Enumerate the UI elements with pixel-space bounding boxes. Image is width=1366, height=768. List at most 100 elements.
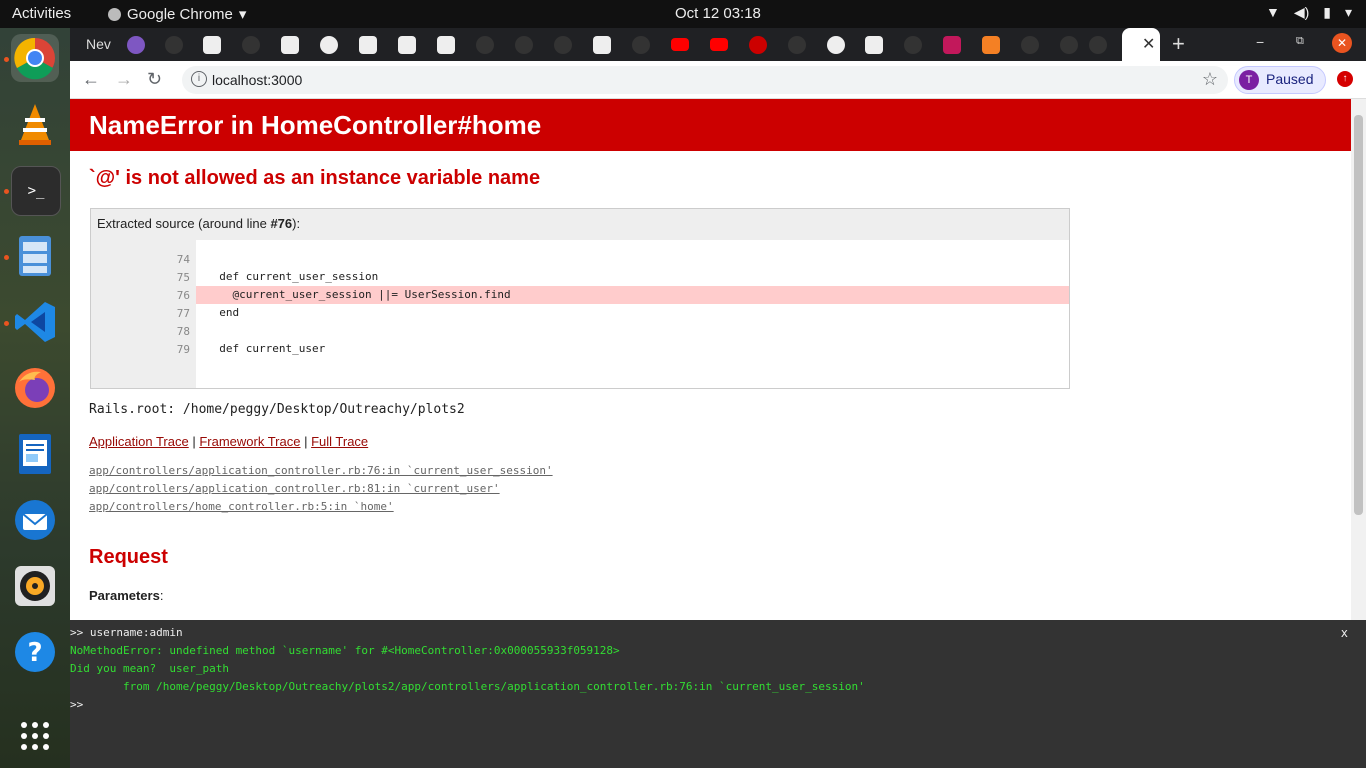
- line-number: 77: [176, 307, 190, 320]
- code-text: def current_user: [206, 342, 326, 355]
- active-tab[interactable]: ✕: [1122, 28, 1160, 61]
- app-name: Google Chrome: [127, 5, 233, 23]
- url-text[interactable]: localhost:3000: [212, 72, 302, 88]
- code-line: [196, 322, 1069, 340]
- github-icon[interactable]: [476, 36, 494, 54]
- tab-favicon[interactable]: [203, 36, 221, 54]
- tab-favicon[interactable]: [320, 36, 338, 54]
- help-icon[interactable]: ?: [11, 628, 59, 676]
- trace-line[interactable]: app/controllers/home_controller.rb:5:in …: [89, 500, 394, 513]
- back-button[interactable]: ←: [82, 69, 100, 90]
- tab-favicon[interactable]: [398, 36, 416, 54]
- browser-toolbar: ← → ↻ i localhost:3000 ☆ T Paused ↑: [70, 61, 1366, 99]
- github-icon[interactable]: [632, 36, 650, 54]
- restore-icon[interactable]: ⧉: [1296, 35, 1304, 48]
- trace-line[interactable]: app/controllers/application_controller.r…: [89, 464, 553, 477]
- separator: |: [300, 434, 312, 449]
- tab-favicon[interactable]: [1021, 36, 1039, 54]
- tab-favicon[interactable]: [865, 36, 883, 54]
- rhythmbox-icon[interactable]: [11, 562, 59, 610]
- vlc-icon[interactable]: [11, 100, 59, 148]
- line-number: 79: [176, 343, 190, 356]
- tab-favicon[interactable]: [281, 36, 299, 54]
- chrome-dock-icon[interactable]: [11, 34, 59, 82]
- volume-icon: ◀): [1293, 4, 1310, 20]
- trace-line[interactable]: app/controllers/application_controller.r…: [89, 482, 500, 495]
- stackoverflow-icon[interactable]: [982, 36, 1000, 54]
- tab-strip: Nev ✕ + − ⧉ ✕: [70, 28, 1366, 61]
- line-number: 75: [176, 271, 190, 284]
- code-line: def current_user_session: [196, 268, 1069, 286]
- web-console[interactable]: x >> username:admin NoMethodError: undef…: [70, 620, 1366, 768]
- source-caption: Extracted source (around line #76):: [97, 216, 300, 231]
- full-trace-link[interactable]: Full Trace: [311, 434, 368, 449]
- tab-favicon[interactable]: [593, 36, 611, 54]
- close-icon[interactable]: ✕: [1142, 34, 1155, 54]
- thunderbird-icon[interactable]: [11, 496, 59, 544]
- clock[interactable]: Oct 12 03:18: [675, 5, 761, 22]
- scrollbar-thumb[interactable]: [1354, 115, 1363, 515]
- framework-trace-link[interactable]: Framework Trace: [199, 434, 300, 449]
- update-icon[interactable]: ↑: [1337, 71, 1353, 87]
- tab-favicon[interactable]: [749, 36, 767, 54]
- bookmark-star-icon[interactable]: ☆: [1202, 69, 1218, 90]
- info-icon[interactable]: i: [191, 71, 207, 87]
- battery-icon: ▮: [1323, 4, 1331, 20]
- line-numbers: 74 75 76 77 78 79: [91, 240, 196, 388]
- reload-button[interactable]: ↻: [147, 69, 162, 90]
- tab-favicon[interactable]: [943, 36, 961, 54]
- tab-first-label[interactable]: Nev: [86, 36, 111, 52]
- tab-favicon[interactable]: [127, 36, 145, 54]
- page-content: NameError in HomeController#home `@' is …: [70, 99, 1351, 620]
- code-line: [196, 250, 1069, 268]
- caption-prefix: Extracted source (around line: [97, 216, 271, 231]
- system-tray[interactable]: ▼ ◀) ▮ ▾: [1266, 4, 1352, 21]
- separator: |: [188, 434, 200, 449]
- activities-button[interactable]: Activities: [12, 5, 71, 22]
- forward-button[interactable]: →: [115, 69, 133, 90]
- running-indicator: [4, 321, 9, 326]
- github-icon[interactable]: [554, 36, 572, 54]
- minimize-icon[interactable]: −: [1256, 34, 1264, 50]
- close-window-icon[interactable]: ✕: [1332, 33, 1352, 53]
- console-line: Did you mean? user_path: [70, 662, 229, 675]
- console-line: NoMethodError: undefined method `usernam…: [70, 644, 620, 657]
- code-text: def current_user_session: [206, 270, 379, 283]
- chevron-down-icon: ▾: [1344, 4, 1352, 20]
- show-apps-icon[interactable]: [11, 712, 59, 760]
- console-prompt[interactable]: >>: [70, 698, 83, 711]
- svg-text:?: ?: [27, 638, 42, 668]
- terminal-icon[interactable]: >_: [11, 166, 61, 216]
- github-icon[interactable]: [1060, 36, 1078, 54]
- writer-icon[interactable]: [11, 430, 59, 478]
- line-number: 74: [176, 253, 190, 266]
- files-icon[interactable]: [11, 232, 59, 280]
- avatar: T: [1239, 70, 1259, 90]
- address-bar[interactable]: i localhost:3000 ☆: [182, 66, 1228, 94]
- console-close-button[interactable]: x: [1341, 626, 1348, 640]
- vscode-icon[interactable]: [11, 298, 59, 346]
- extracted-source: Extracted source (around line #76): 74 7…: [90, 208, 1070, 389]
- code-line: def current_user: [196, 340, 1069, 358]
- youtube-icon[interactable]: [710, 38, 728, 51]
- parameters-colon: :: [159, 588, 164, 603]
- tab-favicon[interactable]: [437, 36, 455, 54]
- firefox-icon[interactable]: [11, 364, 59, 412]
- github-icon[interactable]: [1089, 36, 1107, 54]
- tab-favicon[interactable]: [165, 36, 183, 54]
- github-icon[interactable]: [515, 36, 533, 54]
- application-trace-link[interactable]: Application Trace: [89, 434, 189, 449]
- github-icon[interactable]: [788, 36, 806, 54]
- tab-favicon[interactable]: [827, 36, 845, 54]
- app-menu[interactable]: Google Chrome ▾: [108, 5, 246, 23]
- tab-favicon[interactable]: [359, 36, 377, 54]
- code-line-highlighted: @current_user_session ||= UserSession.fi…: [196, 286, 1069, 304]
- youtube-icon[interactable]: [671, 38, 689, 51]
- page-scrollbar[interactable]: [1351, 99, 1366, 620]
- source-code: def current_user_session @current_user_s…: [196, 240, 1069, 388]
- new-tab-button[interactable]: +: [1172, 31, 1185, 57]
- tab-favicon[interactable]: [242, 36, 260, 54]
- github-icon[interactable]: [904, 36, 922, 54]
- profile-button[interactable]: T Paused: [1234, 66, 1326, 94]
